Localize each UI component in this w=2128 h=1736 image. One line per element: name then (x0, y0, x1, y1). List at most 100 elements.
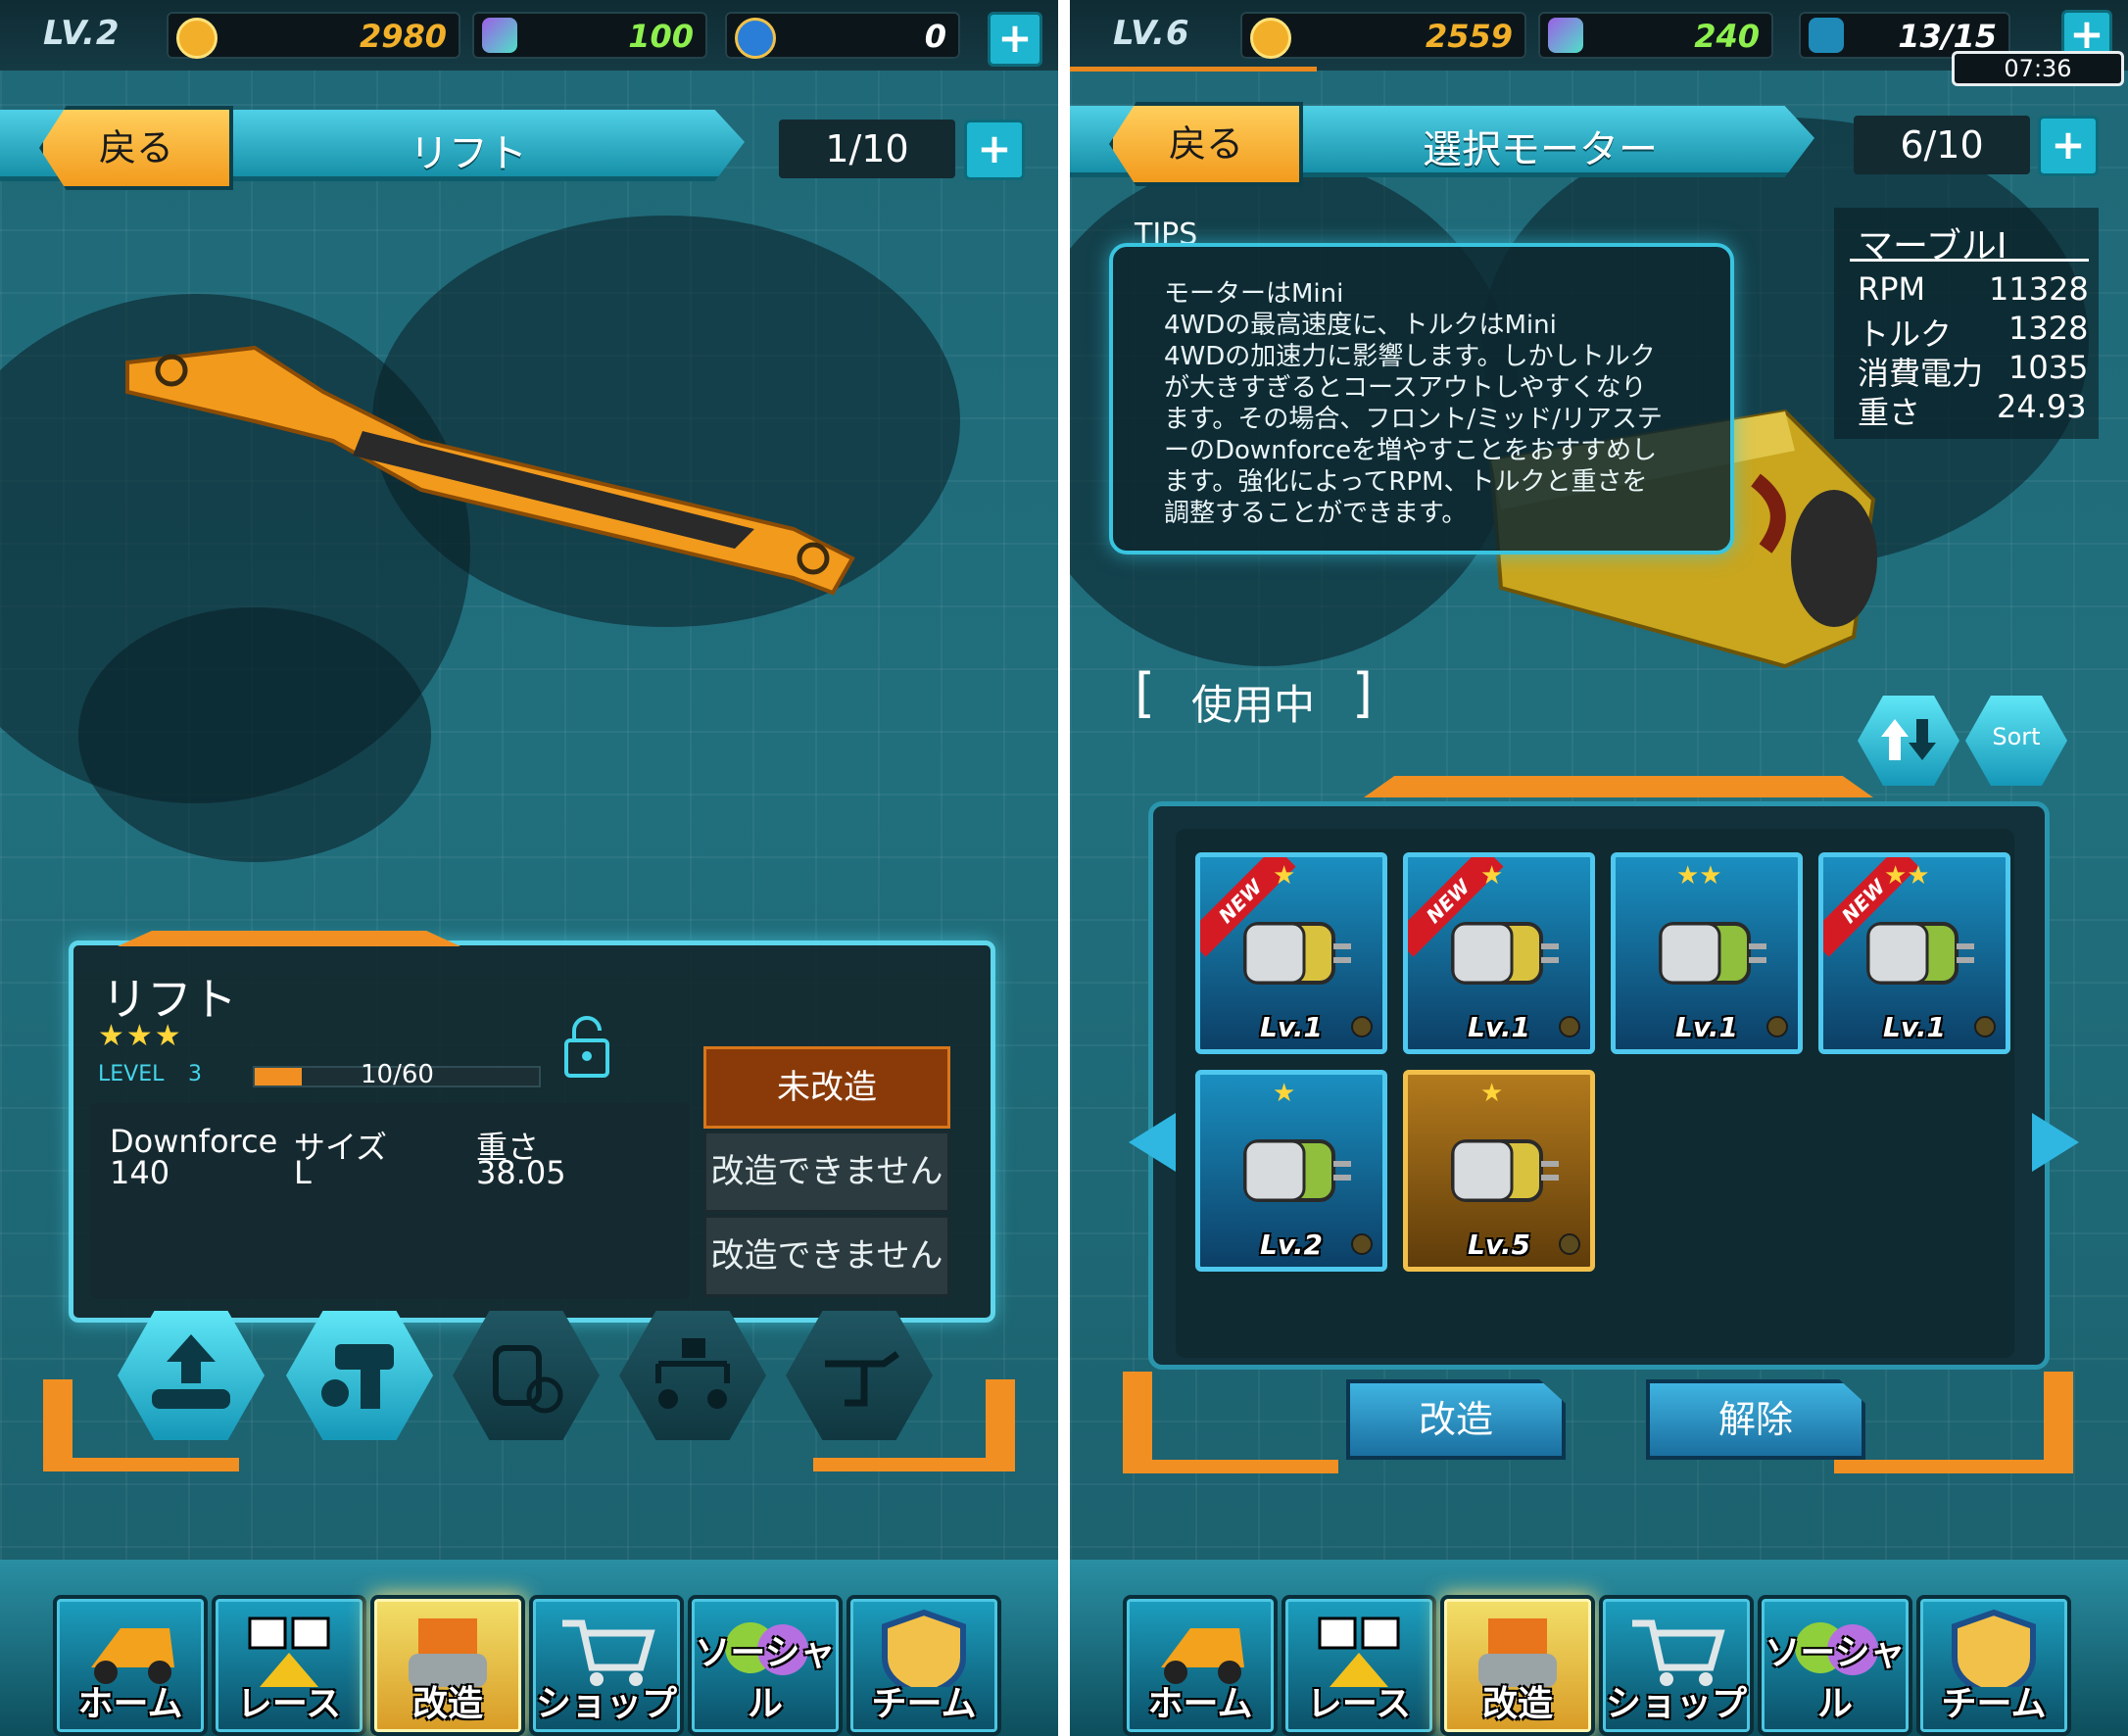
tips-line: が大きすぎるとコースアウトしやすくなり (1164, 373, 1647, 403)
nav-social[interactable]: ソーシャル (688, 1595, 843, 1736)
motor-name-underline (1850, 259, 2089, 262)
sort-order-button[interactable] (1858, 696, 1959, 786)
motor-level: Lv.2 (1260, 1229, 1323, 1261)
frame-bottom-left-trim (43, 1458, 239, 1471)
paint-button[interactable] (786, 1311, 933, 1440)
part-stars: ★★★ (98, 1019, 183, 1053)
page-right-arrow-icon[interactable] (2030, 1113, 2079, 1172)
motor-slot[interactable]: NEW ★ Lv.1 (1403, 852, 1595, 1054)
release-button[interactable]: 解除 (1646, 1379, 1865, 1460)
motor-slot[interactable]: ★ Lv.5 (1403, 1070, 1595, 1272)
bracket-left: [ (1135, 662, 1156, 724)
add-currency-button[interactable]: + (988, 12, 1042, 67)
nav-shop[interactable]: ショップ (1599, 1595, 1754, 1736)
nav-modify-label: 改造 (411, 1684, 483, 1724)
stat-power-value: 1035 (2008, 349, 2089, 386)
sort-label: Sort (1992, 723, 2041, 750)
bottom-nav: ホーム レース 改造 ショップ ソーシャル チーム (1070, 1560, 2128, 1736)
motor-icon (1659, 922, 1766, 985)
parts-tree-icon (655, 1338, 730, 1409)
tips-line: ます。その場合、フロント/ミッド/リアステ (1164, 405, 1663, 434)
exp-progress-line (1070, 67, 1317, 72)
player-level: LV.6 (1113, 14, 1190, 53)
nav-shop-label: ショップ (1605, 1684, 1747, 1724)
back-button[interactable]: 戻る (1109, 102, 1303, 186)
tips-line: ます。強化によってRPM、トルクと重さを (1164, 467, 1648, 497)
frame-right-trim (986, 1379, 1015, 1468)
nav-modify[interactable]: 改造 (1440, 1595, 1595, 1736)
status-bar: LV.2 2980 100 0 + (0, 0, 1058, 71)
stamina-timer: 07:36 (1952, 51, 2124, 86)
nav-home[interactable]: ホーム (53, 1595, 208, 1736)
add-slot-button[interactable]: + (2038, 116, 2099, 176)
medal-icon (735, 18, 776, 59)
motor-slot[interactable]: NEW ★ Lv.1 (1195, 852, 1387, 1054)
coin-icon (176, 18, 218, 59)
sort-button[interactable]: Sort (1965, 696, 2067, 786)
nav-modify[interactable]: 改造 (370, 1595, 525, 1736)
motor-icon (1243, 922, 1351, 985)
page-title: 選択モーター (1423, 127, 1658, 172)
motor-level: Lv.1 (1468, 1011, 1530, 1043)
tips-text: モーターはMini 4WDの最高速度に、トルクはMini 4WDの加速力に影響し… (1164, 278, 1663, 529)
nav-social-label: ソーシャル (695, 1633, 836, 1724)
sort-arrows-icon (1881, 719, 1936, 760)
nav-team-label: チーム (1941, 1684, 2047, 1724)
mod-slot-2-button[interactable]: 改造できません (703, 1131, 950, 1213)
tips-line: 4WDの最高速度に、トルクはMini (1164, 311, 1557, 340)
motor-level: Lv.1 (1260, 1011, 1323, 1043)
tips-line: 調整することができます。 (1164, 499, 1468, 528)
card-trim-top (118, 931, 460, 946)
mod-slot-3-button[interactable]: 改造できません (703, 1215, 950, 1297)
back-button[interactable]: 戻る (39, 106, 233, 190)
nav-team[interactable]: チーム (846, 1595, 1001, 1736)
gem-counter: 100 (472, 12, 707, 59)
gem-value: 240 (1694, 18, 1760, 55)
nav-race[interactable]: レース (1282, 1595, 1436, 1736)
motor-icon (1451, 1139, 1559, 1202)
upgrade-car-button[interactable] (118, 1311, 265, 1440)
drill-tool-button[interactable] (286, 1311, 433, 1440)
unlock-icon[interactable] (562, 1015, 611, 1080)
motor-icon (1451, 922, 1559, 985)
motor-slot[interactable]: NEW ★★ Lv.1 (1818, 852, 2010, 1054)
gem-icon (482, 18, 517, 53)
frame-right-trim (2044, 1372, 2073, 1466)
nav-race-label: レース (236, 1684, 342, 1724)
motor-level: Lv.1 (1883, 1011, 1946, 1043)
exp-bar-fill (255, 1068, 303, 1085)
coin-counter: 2980 (167, 12, 460, 59)
upgrade-button[interactable]: 改造 (1346, 1379, 1566, 1460)
mod-slot-1-button[interactable]: 未改造 (703, 1046, 950, 1129)
rarity-stars: ★ (1273, 861, 1296, 891)
tips-box: モーターはMini 4WDの最高速度に、トルクはMini 4WDの加速力に影響し… (1109, 243, 1734, 555)
stat-torque-value: 1328 (2008, 310, 2089, 347)
parts-tree-button[interactable] (619, 1311, 766, 1440)
nav-home[interactable]: ホーム (1123, 1595, 1278, 1736)
nav-team[interactable]: チーム (1916, 1595, 2071, 1736)
nav-race-label: レース (1306, 1684, 1412, 1724)
nav-race[interactable]: レース (212, 1595, 366, 1736)
coin-value: 2980 (359, 18, 447, 55)
stat-weight-value: 38.05 (476, 1154, 566, 1191)
battery-icon (1809, 18, 1844, 53)
tips-line: モーターはMini (1164, 279, 1344, 309)
nav-social[interactable]: ソーシャル (1758, 1595, 1912, 1736)
stat-size-value: L (294, 1154, 312, 1191)
wheel-silhouette (78, 607, 431, 862)
stamina-value: 13/15 (1898, 18, 1997, 55)
rarity-stars: ★★ (1676, 861, 1722, 891)
gem-counter: 240 (1538, 12, 1773, 59)
sell-part-button[interactable] (453, 1311, 600, 1440)
motor-slot[interactable]: ★ Lv.2 (1195, 1070, 1387, 1272)
motor-slot[interactable]: ★★ Lv.1 (1611, 852, 1803, 1054)
right-screen: LV.6 2559 240 13/15 + 07:36 戻る 選択モーター 6/… (1070, 0, 2128, 1736)
add-slot-button[interactable]: + (964, 120, 1025, 180)
coin-counter: 2559 (1240, 12, 1526, 59)
motor-icon (1243, 1139, 1351, 1202)
nav-shop[interactable]: ショップ (529, 1595, 684, 1736)
in-use-label: 使用中 (1191, 681, 1316, 729)
slot-count: 1/10 (779, 120, 955, 178)
page-left-arrow-icon[interactable] (1129, 1113, 1178, 1172)
level-value: 3 (188, 1062, 202, 1086)
